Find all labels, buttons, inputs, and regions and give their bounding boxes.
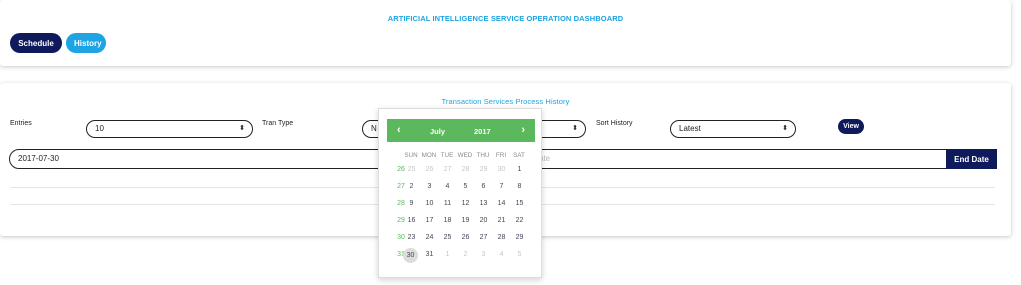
calendar-day[interactable]: 2 xyxy=(403,180,420,194)
calendar-day[interactable]: 25 xyxy=(403,163,420,177)
weekday-header: WED xyxy=(457,152,473,159)
calendar-day[interactable]: 27 xyxy=(439,163,456,177)
calendar-day[interactable]: 8 xyxy=(511,180,528,194)
calendar-day[interactable]: 19 xyxy=(457,214,474,228)
weekday-header: TUE xyxy=(440,152,454,159)
calendar-day[interactable]: 28 xyxy=(493,231,510,245)
calendar-day[interactable]: 4 xyxy=(439,180,456,194)
calendar-day[interactable]: 7 xyxy=(493,180,510,194)
view-button[interactable]: View xyxy=(838,119,864,134)
sort-history-label: Sort History xyxy=(596,120,633,127)
calendar-day[interactable]: 5 xyxy=(457,180,474,194)
calendar-day[interactable]: 5 xyxy=(511,248,528,262)
weekday-header: MON xyxy=(421,152,437,159)
weekday-header: FRI xyxy=(495,152,507,159)
calendar-day[interactable]: 28 xyxy=(457,163,474,177)
calendar-day[interactable]: 14 xyxy=(493,197,510,211)
calendar-day[interactable]: 23 xyxy=(403,231,420,245)
weekday-header: SUN xyxy=(404,152,418,159)
entries-value: 10 xyxy=(95,124,104,133)
calendar-day[interactable]: 25 xyxy=(439,231,456,245)
calendar-day[interactable]: 1 xyxy=(439,248,456,262)
calendar-day[interactable]: 10 xyxy=(421,197,438,211)
calendar-day[interactable]: 27 xyxy=(475,231,492,245)
calendar-day[interactable]: 6 xyxy=(475,180,492,194)
sort-history-select[interactable]: Latest ⬍ xyxy=(670,120,796,138)
weekday-header: SAT xyxy=(513,152,525,159)
calendar-day[interactable]: 12 xyxy=(457,197,474,211)
history-title: Transaction Services Process History xyxy=(441,97,570,106)
entries-label: Entries xyxy=(10,120,32,127)
datepicker-header: ‹ July 2017 › xyxy=(387,119,535,142)
weekday-header: THU xyxy=(476,152,490,159)
calendar-day[interactable]: 26 xyxy=(421,163,438,177)
start-date-input[interactable]: 2017-07-30 xyxy=(9,149,389,169)
calendar-day[interactable]: 9 xyxy=(403,197,420,211)
calendar-day[interactable]: 24 xyxy=(421,231,438,245)
calendar-day[interactable]: 29 xyxy=(475,163,492,177)
entries-select[interactable]: 10 ⬍ xyxy=(86,120,253,138)
select-arrows-icon: ⬍ xyxy=(782,125,788,132)
tran-type-value: N xyxy=(371,124,377,133)
calendar-day[interactable]: 3 xyxy=(421,180,438,194)
calendar-day[interactable]: 17 xyxy=(421,214,438,228)
calendar-day[interactable]: 16 xyxy=(403,214,420,228)
calendar-day[interactable]: 22 xyxy=(511,214,528,228)
dashboard-title: ARTIFICIAL INTELLIGENCE SERVICE OPERATIO… xyxy=(387,14,624,23)
calendar-day[interactable]: 30 xyxy=(493,163,510,177)
calendar-day[interactable]: 15 xyxy=(511,197,528,211)
selected-day[interactable]: 30 xyxy=(403,248,418,263)
datepicker-popup: ‹ July 2017 › SUN MON TUE WED THU FRI SAT 26 25 2… xyxy=(378,108,542,278)
tran-type-label: Tran Type xyxy=(262,120,294,127)
calendar-day[interactable]: 11 xyxy=(439,197,456,211)
calendar-day[interactable]: 2 xyxy=(457,248,474,262)
calendar-day[interactable]: 13 xyxy=(475,197,492,211)
select-arrows-icon: ⬍ xyxy=(239,125,245,132)
select-arrows-icon: ⬍ xyxy=(572,125,578,132)
datepicker-month[interactable]: July xyxy=(430,127,445,136)
chevron-right-icon[interactable]: › xyxy=(521,124,525,136)
calendar-day[interactable]: 1 xyxy=(511,163,528,177)
chevron-left-icon[interactable]: ‹ xyxy=(397,124,401,136)
calendar-day[interactable]: 20 xyxy=(475,214,492,228)
history-button[interactable]: History xyxy=(66,33,106,53)
calendar-day[interactable]: 21 xyxy=(493,214,510,228)
datepicker-year[interactable]: 2017 xyxy=(474,127,491,136)
calendar-day[interactable]: 3 xyxy=(475,248,492,262)
calendar-day[interactable]: 31 xyxy=(421,248,438,262)
header-card: ARTIFICIAL INTELLIGENCE SERVICE OPERATIO… xyxy=(0,0,1011,66)
calendar-day[interactable]: 26 xyxy=(457,231,474,245)
calendar-day[interactable]: 18 xyxy=(439,214,456,228)
start-date-value: 2017-07-30 xyxy=(18,154,59,163)
sort-history-value: Latest xyxy=(679,124,701,133)
end-date-input[interactable]: ate xyxy=(530,149,946,169)
schedule-button[interactable]: Schedule xyxy=(10,33,62,53)
calendar-day[interactable]: 4 xyxy=(493,248,510,262)
end-date-button[interactable]: End Date xyxy=(946,149,997,169)
calendar-day[interactable]: 29 xyxy=(511,231,528,245)
